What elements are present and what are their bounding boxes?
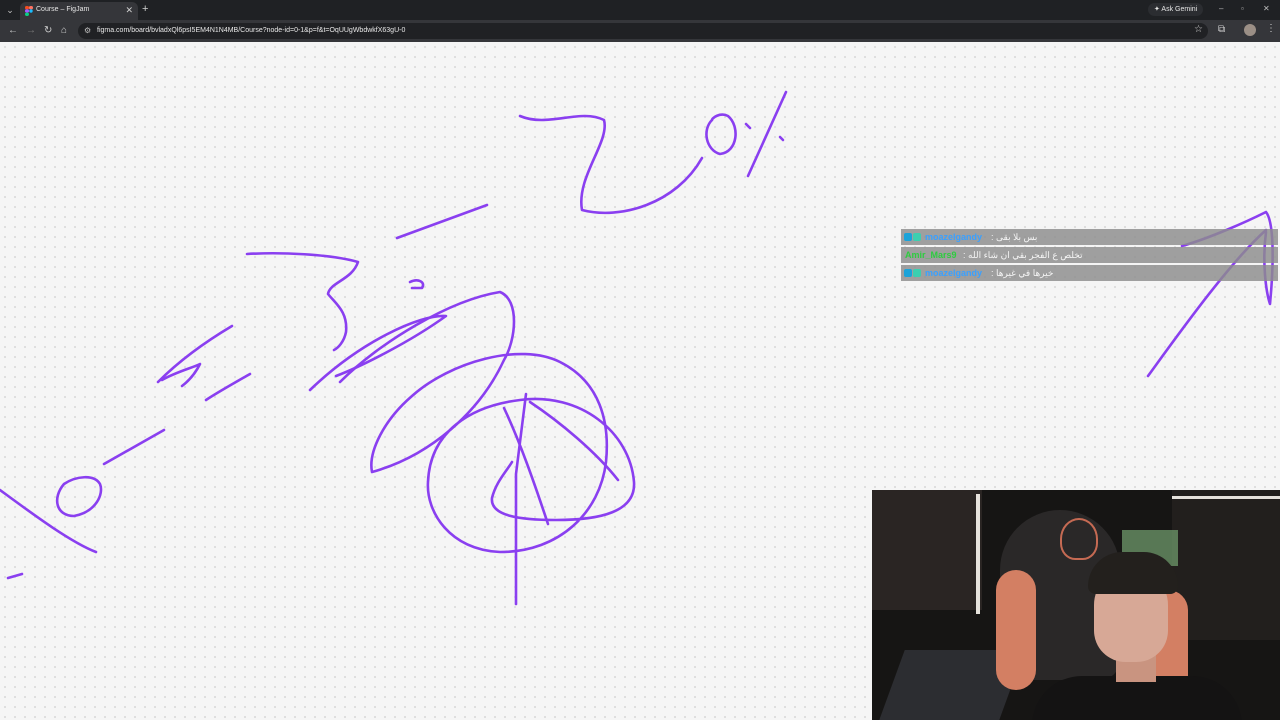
stroke: [746, 90, 788, 178]
stroke: [408, 279, 425, 290]
badge-icon: [904, 233, 912, 241]
stroke: [338, 290, 636, 554]
more-icon[interactable]: ⋮: [1266, 23, 1276, 34]
tab-title: Course – FigJam: [36, 6, 90, 13]
stroke: [6, 572, 24, 580]
home-icon[interactable]: ⌂: [61, 25, 67, 37]
star-icon[interactable]: ☆: [1194, 24, 1203, 35]
ask-gemini-button[interactable]: ✦ Ask Gemini: [1148, 3, 1204, 16]
shelf: [872, 490, 982, 610]
stroke: [55, 475, 103, 518]
shelf: [1172, 490, 1280, 640]
chat-text: : تخلص ع الفجر بقي ان شاء الله: [963, 250, 1083, 260]
stroke: [0, 488, 98, 554]
chat-text: : بس بلا بقى: [991, 232, 1038, 242]
chair-cushion: [996, 570, 1036, 690]
reload-icon[interactable]: ↻: [44, 25, 52, 37]
stream-chat-overlay: moazelgandy : بس بلا بقى Amir_Mars9 : تخ…: [901, 229, 1278, 283]
chat-message: moazelgandy : خيرها في غيرها: [901, 265, 1278, 281]
minimize-button[interactable]: –: [1219, 3, 1223, 15]
stroke: [245, 251, 360, 352]
chat-username: moazelgandy: [925, 268, 983, 278]
maximize-button[interactable]: ▫: [1241, 3, 1244, 15]
address-bar[interactable]: ⚙ figma.com/board/bvladxQl6psI5EM4N1N4MB…: [78, 23, 1208, 39]
forward-icon[interactable]: →: [26, 25, 36, 37]
browser-tab-strip: ⌄ Course – FigJam ✕ + ✦ Ask Gemini – ▫ ✕: [0, 0, 1280, 20]
tab-close-icon[interactable]: ✕: [125, 5, 133, 15]
chair-logo-icon: [1060, 518, 1098, 560]
stroke: [395, 203, 489, 240]
badge-icon: [913, 233, 921, 241]
back-icon[interactable]: ←: [8, 25, 18, 37]
stroke: [308, 314, 448, 392]
stroke: [204, 372, 252, 402]
stroke: [102, 428, 166, 466]
chat-message: Amir_Mars9 : تخلص ع الفجر بقي ان شاء الل…: [901, 247, 1278, 263]
webcam-overlay: [872, 490, 1280, 720]
stroke: [518, 114, 704, 215]
url-text[interactable]: figma.com/board/bvladxQl6psI5EM4N1N4MB/C…: [97, 27, 405, 34]
extensions-icon[interactable]: ⧉: [1218, 24, 1225, 35]
led-strip: [1172, 496, 1280, 499]
badge-icon: [913, 269, 921, 277]
stroke: [705, 113, 737, 156]
badge-icon: [904, 269, 912, 277]
stroke: [778, 135, 785, 142]
stroke: [514, 392, 528, 606]
led-strip: [976, 494, 980, 614]
profile-icon[interactable]: [1244, 24, 1256, 36]
tab-course-figjam[interactable]: Course – FigJam ✕: [20, 2, 138, 20]
chat-message: moazelgandy : بس بلا بقى: [901, 229, 1278, 245]
chat-text: : خيرها في غيرها: [991, 268, 1054, 278]
stroke: [160, 362, 202, 388]
new-tab-button[interactable]: +: [142, 2, 148, 16]
person-torso: [1032, 676, 1242, 720]
close-window-button[interactable]: ✕: [1263, 3, 1270, 15]
person-hair: [1088, 552, 1178, 594]
figjam-icon: [25, 6, 33, 16]
browser-toolbar: ← → ↻ ⌂ ⚙ figma.com/board/bvladxQl6psI5E…: [0, 20, 1280, 42]
chat-username: moazelgandy: [925, 232, 983, 242]
stroke: [744, 122, 752, 130]
site-info-icon[interactable]: ⚙: [84, 26, 91, 36]
tab-search-menu-icon[interactable]: ⌄: [3, 3, 17, 17]
chat-username: Amir_Mars9: [905, 250, 957, 260]
